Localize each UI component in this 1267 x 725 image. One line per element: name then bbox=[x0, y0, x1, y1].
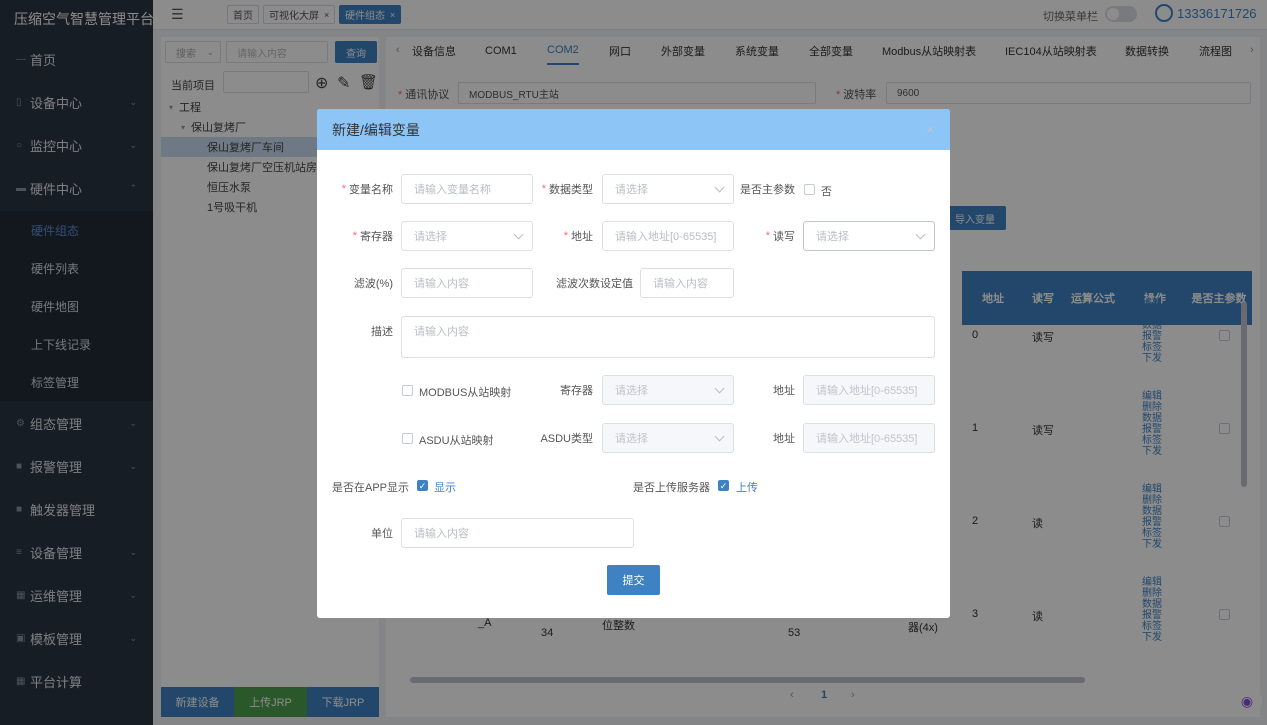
description-label: 描述 bbox=[371, 326, 393, 338]
chevron-down-icon bbox=[915, 229, 926, 240]
main-param-label: 是否主参数 bbox=[740, 184, 795, 196]
asdu-map-label: ASDU从站映射 bbox=[419, 435, 494, 447]
submit-button[interactable]: 提交 bbox=[607, 565, 660, 595]
filter-label: 滤波(%) bbox=[353, 278, 393, 290]
map-register-label: 寄存器 bbox=[560, 385, 593, 397]
register-label: * 寄存器 bbox=[352, 230, 393, 243]
rw-label: * 读写 bbox=[765, 230, 795, 243]
map-register-select: 请选择 bbox=[602, 375, 734, 405]
map-address-input: 请输入地址[0-65535] bbox=[803, 375, 935, 405]
var-name-label: * 变量名称 bbox=[341, 183, 393, 196]
modbus-map-checkbox[interactable] bbox=[402, 385, 413, 396]
dialog-title: 新建/编辑变量 bbox=[332, 121, 420, 138]
main-param-checkbox[interactable] bbox=[804, 184, 815, 195]
register-select[interactable]: 请选择 bbox=[401, 221, 533, 251]
filter-count-input[interactable]: 请输入内容 bbox=[640, 268, 734, 298]
upload-server-label: 是否上传服务器 bbox=[633, 482, 710, 494]
address-input[interactable]: 请输入地址[0-65535] bbox=[602, 221, 734, 251]
description-textarea[interactable]: 请输入内容 bbox=[401, 316, 935, 358]
modbus-map-label: MODBUS从站映射 bbox=[419, 387, 512, 399]
asdu-address-label: 地址 bbox=[773, 433, 795, 445]
map-address-label: 地址 bbox=[773, 385, 795, 397]
unit-label: 单位 bbox=[371, 528, 393, 540]
dialog-header: 新建/编辑变量 × bbox=[317, 109, 950, 150]
app-show-checkbox[interactable]: ✓ bbox=[417, 480, 428, 491]
main-param-value: 否 bbox=[821, 186, 832, 198]
upload-server-checkbox[interactable]: ✓ bbox=[718, 480, 729, 491]
chevron-down-icon bbox=[513, 229, 524, 240]
chevron-down-icon bbox=[714, 431, 725, 442]
chevron-down-icon bbox=[714, 182, 725, 193]
asdu-address-input: 请输入地址[0-65535] bbox=[803, 423, 935, 453]
chevron-down-icon bbox=[714, 383, 725, 394]
app-show-value: 显示 bbox=[434, 482, 456, 494]
unit-input[interactable]: 请输入内容 bbox=[401, 518, 634, 548]
filter-count-label: 滤波次数设定值 bbox=[556, 278, 633, 290]
data-type-label: * 数据类型 bbox=[541, 183, 593, 196]
var-name-input[interactable]: 请输入变量名称 bbox=[401, 174, 533, 204]
app-show-label: 是否在APP显示 bbox=[332, 482, 410, 494]
data-type-select[interactable]: 请选择 bbox=[602, 174, 734, 204]
asdu-type-select: 请选择 bbox=[602, 423, 734, 453]
close-icon[interactable]: × bbox=[926, 122, 934, 137]
edit-variable-dialog: 新建/编辑变量 × * 变量名称 请输入变量名称 * 数据类型 请选择 是否主参数 … bbox=[317, 109, 950, 618]
rw-select[interactable]: 请选择 bbox=[803, 221, 935, 251]
asdu-type-label: ASDU类型 bbox=[540, 433, 593, 445]
asdu-map-checkbox[interactable] bbox=[402, 433, 413, 444]
upload-server-value: 上传 bbox=[736, 482, 758, 494]
address-label: * 地址 bbox=[563, 230, 593, 243]
filter-input[interactable]: 请输入内容 bbox=[401, 268, 533, 298]
